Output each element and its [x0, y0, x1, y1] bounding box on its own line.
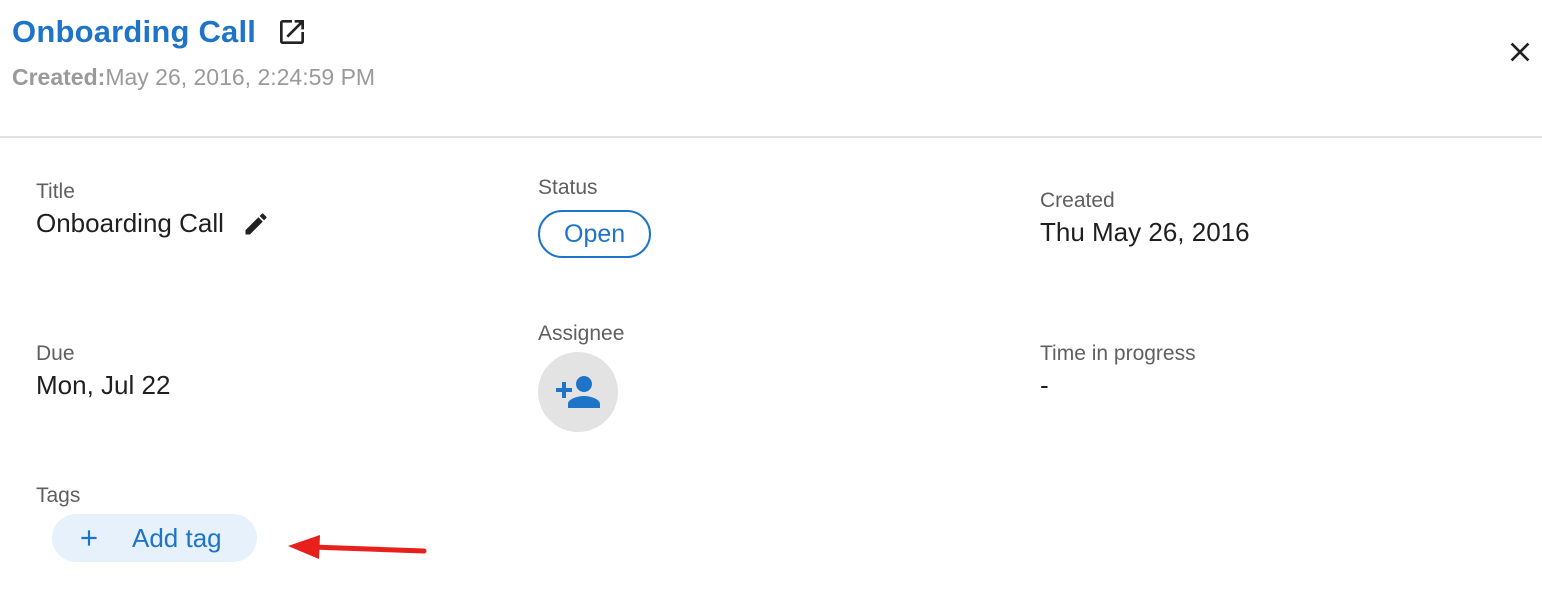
add-person-icon: [556, 376, 600, 408]
panel-header: Onboarding Call Created:May 26, 2016, 2:…: [0, 0, 1542, 138]
assignee-field-label: Assignee: [538, 322, 625, 345]
tags-field: Tags: [36, 484, 80, 508]
close-icon[interactable]: [1504, 36, 1536, 68]
title-field-value-row: Onboarding Call: [36, 208, 270, 239]
time-in-progress-value: -: [1040, 370, 1049, 400]
time-in-progress-field: Time in progress -: [1040, 342, 1196, 401]
pencil-icon[interactable]: [242, 210, 270, 238]
task-title-link[interactable]: Onboarding Call: [12, 14, 256, 50]
title-field-value: Onboarding Call: [36, 208, 224, 238]
add-tag-button[interactable]: Add tag: [52, 514, 257, 562]
due-field-label: Due: [36, 342, 75, 365]
assignee-field: Assignee: [538, 322, 624, 432]
annotation-arrow-icon: [288, 535, 427, 559]
title-field: Title Onboarding Call: [36, 180, 270, 239]
tags-field-label: Tags: [36, 484, 81, 507]
status-field: Status Open: [538, 176, 652, 258]
due-field: Due Mon, Jul 22: [36, 342, 170, 401]
created-field-value: Thu May 26, 2016: [1040, 217, 1250, 247]
created-value: May 26, 2016, 2:24:59 PM: [105, 64, 376, 90]
status-field-label: Status: [538, 176, 598, 199]
created-field-label: Created: [1040, 189, 1115, 212]
open-in-new-icon[interactable]: [276, 16, 308, 48]
add-assignee-button[interactable]: [538, 352, 618, 432]
status-badge[interactable]: Open: [538, 210, 652, 258]
time-in-progress-label: Time in progress: [1040, 342, 1196, 365]
created-timestamp: Created:May 26, 2016, 2:24:59 PM: [12, 64, 375, 91]
created-label: Created:: [12, 64, 106, 90]
title-row: Onboarding Call: [12, 14, 308, 50]
due-field-value[interactable]: Mon, Jul 22: [36, 370, 170, 401]
plus-icon: [81, 530, 97, 546]
title-field-label: Title: [36, 180, 75, 203]
task-detail-panel: Onboarding Call Created:May 26, 2016, 2:…: [0, 0, 1542, 600]
add-tag-label: Add tag: [132, 522, 222, 553]
created-field: Created Thu May 26, 2016: [1040, 189, 1250, 248]
